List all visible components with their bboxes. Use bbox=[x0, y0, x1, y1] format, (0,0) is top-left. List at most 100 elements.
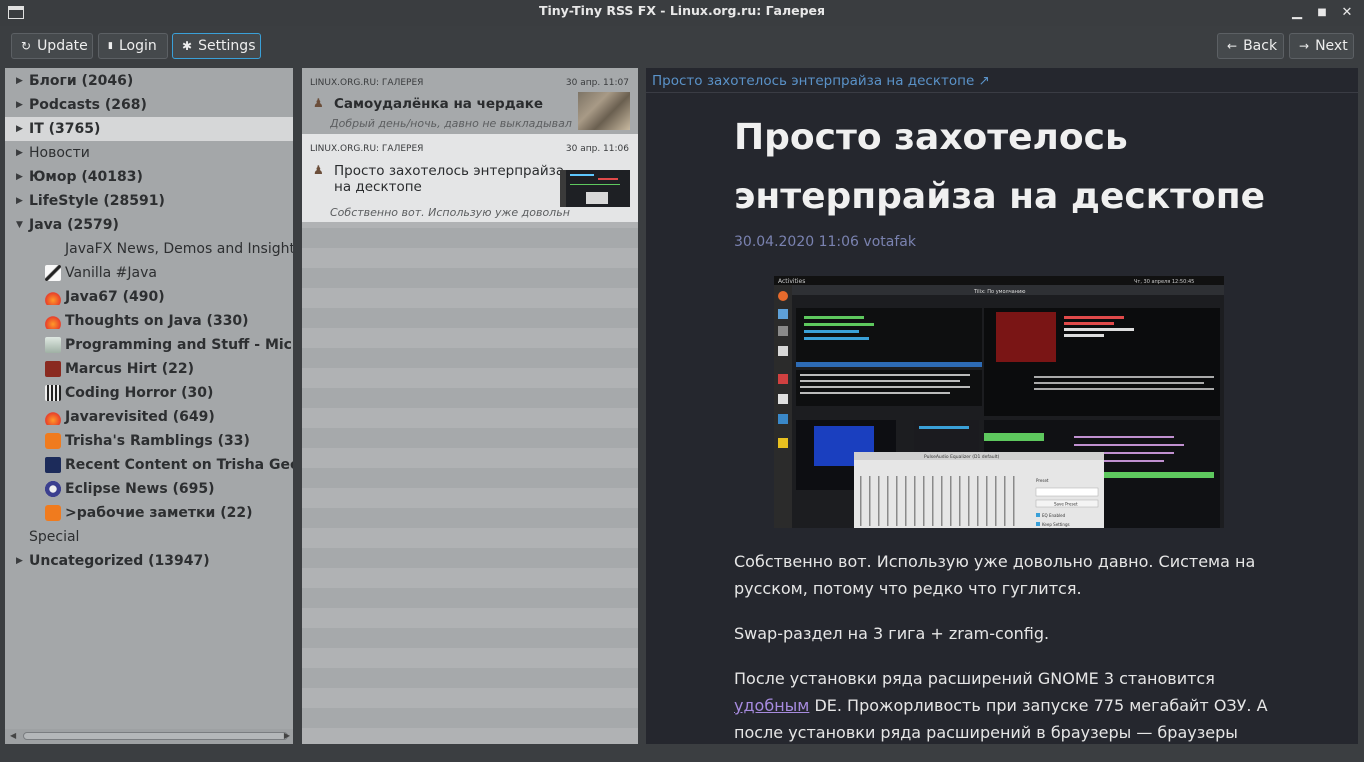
penguin-icon: ♟ bbox=[313, 96, 324, 110]
tree-item[interactable]: Java67 (490) bbox=[5, 285, 293, 309]
article-item[interactable]: LINUX.ORG.RU: ГАЛЕРЕЯ 30 апр. 11:07 ♟ Са… bbox=[302, 68, 638, 134]
scroll-right-icon[interactable]: ▶ bbox=[284, 731, 290, 740]
article-list: LINUX.ORG.RU: ГАЛЕРЕЯ 30 апр. 11:07 ♟ Са… bbox=[302, 68, 638, 744]
tree-item-label: LifeStyle (28591) bbox=[29, 193, 165, 209]
article-feed-name: LINUX.ORG.RU: ГАЛЕРЕЯ bbox=[310, 78, 424, 88]
tree-horizontal-scrollbar[interactable]: ◀ ▶ bbox=[5, 729, 293, 744]
title-bar: Tiny-Tiny RSS FX - Linux.org.ru: Галерея… bbox=[0, 0, 1364, 26]
flame-feed-icon bbox=[45, 313, 61, 329]
tree-item[interactable]: ▶ Uncategorized (13947) bbox=[5, 549, 293, 573]
article-excerpt: Собственно вот. Использую уже довольно..… bbox=[330, 206, 570, 219]
article-paragraph-2: Swap-раздел на 3 гига + zram-config. bbox=[734, 624, 1050, 643]
screenshot-eq-preset: Preset bbox=[1036, 478, 1049, 483]
article-image: Activities Чт, 30 апреля 12:50:45 Tilix:… bbox=[774, 276, 1224, 528]
horror-feed-icon bbox=[45, 385, 61, 401]
tree-item[interactable]: Recent Content on Trisha Gee ( bbox=[5, 453, 293, 477]
minimize-button[interactable]: ▁ bbox=[1288, 4, 1306, 22]
back-label: Back bbox=[1243, 38, 1278, 54]
collapsed-arrow-icon[interactable]: ▶ bbox=[16, 189, 23, 213]
maximize-button[interactable]: ■ bbox=[1313, 4, 1331, 22]
tree-item[interactable]: Coding Horror (30) bbox=[5, 381, 293, 405]
collapsed-arrow-icon[interactable]: ▶ bbox=[16, 549, 23, 573]
scroll-left-icon[interactable]: ◀ bbox=[10, 731, 16, 740]
screenshot-eq-check1: EQ Enabled bbox=[1042, 513, 1066, 518]
collapsed-arrow-icon[interactable]: ▶ bbox=[16, 165, 23, 189]
tree-item[interactable]: JavaFX News, Demos and Insight // FX bbox=[5, 237, 293, 261]
arrow-right-icon: → bbox=[1299, 39, 1310, 53]
tree-item[interactable]: ▼ Java (2579) bbox=[5, 213, 293, 237]
marcus-feed-icon bbox=[45, 361, 61, 377]
article-feed-name: LINUX.ORG.RU: ГАЛЕРЕЯ bbox=[310, 144, 424, 154]
feed-tree: ▶ Блоги (2046) ▶ Podcasts (268) ▶ IT (3765) ▶ Н… bbox=[5, 68, 293, 744]
tree-item-label: Блоги (2046) bbox=[29, 73, 134, 89]
article-date: 30 апр. 11:06 bbox=[565, 144, 629, 154]
tree-item[interactable]: ▶ IT (3765) bbox=[5, 117, 293, 141]
settings-button[interactable]: ✱ Settings bbox=[172, 33, 261, 59]
article-thumbnail bbox=[578, 92, 630, 130]
screenshot-eq-save: Save Preset bbox=[1054, 502, 1078, 507]
tree-item[interactable]: ▶ Новости bbox=[5, 141, 293, 165]
tree-item[interactable]: Vanilla #Java bbox=[5, 261, 293, 285]
tree-item-label: Programming and Stuff - Michael bbox=[65, 337, 293, 353]
tree-item[interactable]: Programming and Stuff - Michael bbox=[5, 333, 293, 357]
scrollbar-thumb[interactable] bbox=[23, 732, 288, 740]
tree-item[interactable]: ▶ Podcasts (268) bbox=[5, 93, 293, 117]
tree-item[interactable]: Eclipse News (695) bbox=[5, 477, 293, 501]
expanded-arrow-icon[interactable]: ▼ bbox=[16, 213, 23, 237]
tree-item[interactable]: Special bbox=[5, 525, 293, 549]
article-paragraph-3: После установки ряда расширений GNOME 3 … bbox=[734, 665, 1294, 744]
collapsed-arrow-icon[interactable]: ▶ bbox=[16, 117, 23, 141]
collapsed-arrow-icon[interactable]: ▶ bbox=[16, 141, 23, 165]
login-button[interactable]: ▮ Login bbox=[98, 33, 168, 59]
blogger-feed-icon bbox=[45, 505, 61, 521]
desktop-screenshot: Activities Чт, 30 апреля 12:50:45 Tilix:… bbox=[774, 276, 1224, 528]
article-paragraph-1: Собственно вот. Использую уже довольно д… bbox=[734, 552, 1256, 598]
divider bbox=[646, 92, 1358, 93]
next-label: Next bbox=[1315, 38, 1348, 54]
tree-item-label: JavaFX News, Demos and Insight // FX bbox=[65, 241, 293, 257]
login-icon: ▮ bbox=[108, 41, 113, 51]
article-thumbnail bbox=[560, 170, 630, 207]
tree-splitter[interactable] bbox=[293, 68, 296, 744]
app-window: Tiny-Tiny RSS FX - Linux.org.ru: Галерея… bbox=[0, 0, 1364, 762]
back-button[interactable]: ← Back bbox=[1217, 33, 1284, 59]
article-title-line1: Просто захотелось энтерпрайза bbox=[334, 163, 565, 179]
next-button[interactable]: → Next bbox=[1289, 33, 1354, 59]
close-button[interactable]: ✕ bbox=[1338, 4, 1356, 22]
paragraph-text: После установки ряда расширений GNOME 3 … bbox=[734, 669, 1215, 688]
tree-item-label: Coding Horror (30) bbox=[65, 385, 214, 401]
tree-item-label: Uncategorized (13947) bbox=[29, 553, 210, 569]
tree-item[interactable]: ▶ Блоги (2046) bbox=[5, 69, 293, 93]
tree-item-label: Юмор (40183) bbox=[29, 169, 143, 185]
inline-link-udobnym[interactable]: удобным bbox=[734, 696, 809, 715]
article-date: 30 апр. 11:07 bbox=[565, 78, 629, 88]
tree-item-label: Special bbox=[29, 529, 80, 545]
tree-item-label: Eclipse News (695) bbox=[65, 481, 215, 497]
update-button[interactable]: ↻ Update bbox=[11, 33, 93, 59]
prog-feed-icon bbox=[45, 337, 61, 353]
collapsed-arrow-icon[interactable]: ▶ bbox=[16, 93, 23, 117]
settings-label: Settings bbox=[198, 38, 256, 54]
tree-item[interactable]: ▶ Юмор (40183) bbox=[5, 165, 293, 189]
screenshot-topbar-right: Чт, 30 апреля 12:50:45 bbox=[1134, 279, 1194, 285]
article-view: Просто захотелось энтерпрайза на десктоп… bbox=[646, 68, 1358, 744]
penguin-icon: ♟ bbox=[313, 163, 324, 177]
eclipse-feed-icon bbox=[45, 481, 61, 497]
tree-item[interactable]: Trisha's Ramblings (33) bbox=[5, 429, 293, 453]
tree-item[interactable]: Thoughts on Java (330) bbox=[5, 309, 293, 333]
article-title-line2: на десктопе bbox=[334, 179, 422, 195]
article-item-selected[interactable]: LINUX.ORG.RU: ГАЛЕРЕЯ 30 апр. 11:06 ♟ Пр… bbox=[302, 134, 638, 222]
collapsed-arrow-icon[interactable]: ▶ bbox=[16, 69, 23, 93]
window-title: Tiny-Tiny RSS FX - Linux.org.ru: Галерея bbox=[538, 3, 826, 18]
tree-item-label: Новости bbox=[29, 145, 90, 161]
paragraph-text: DE. Прожорливость при запуске 775 мегаба… bbox=[734, 696, 1268, 742]
flame-feed-icon bbox=[45, 409, 61, 425]
tree-item[interactable]: Marcus Hirt (22) bbox=[5, 357, 293, 381]
article-link[interactable]: Просто захотелось энтерпрайза на десктоп… bbox=[652, 73, 990, 89]
tree-item[interactable]: Javarevisited (649) bbox=[5, 405, 293, 429]
tree-item-label: Javarevisited (649) bbox=[65, 409, 215, 425]
screenshot-eq-check2: Keep Settings bbox=[1042, 522, 1070, 527]
screenshot-topbar-left: Activities bbox=[778, 278, 805, 285]
tree-item[interactable]: >рабочие заметки (22) bbox=[5, 501, 293, 525]
tree-item[interactable]: ▶ LifeStyle (28591) bbox=[5, 189, 293, 213]
